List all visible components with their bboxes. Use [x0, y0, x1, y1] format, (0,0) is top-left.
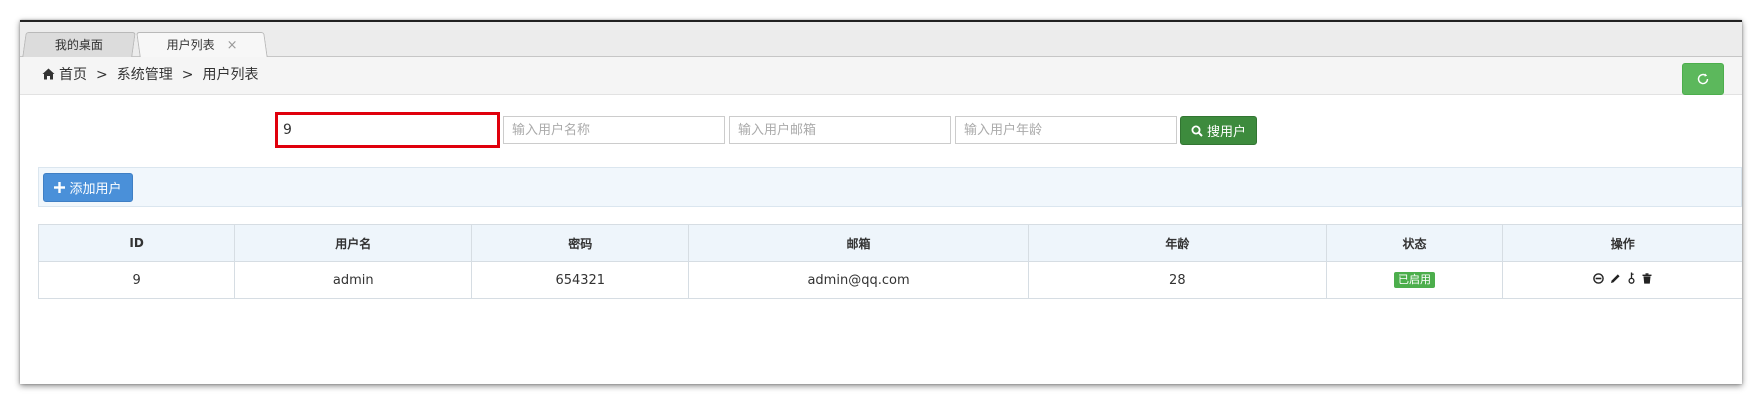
- action-toolbar: 添加用户: [38, 167, 1742, 207]
- tab-user-list[interactable]: 用户列表 ×: [136, 32, 268, 58]
- search-username-input[interactable]: [503, 116, 725, 144]
- breadcrumb-user-list: 用户列表: [202, 67, 259, 83]
- cell-username: admin: [234, 261, 473, 299]
- breadcrumb-separator: >: [181, 67, 194, 83]
- breadcrumb-home[interactable]: 首页: [59, 67, 87, 83]
- table-header-row: ID 用户名 密码 邮箱 年龄 状态 操作: [37, 224, 1742, 262]
- breadcrumb-system-management[interactable]: 系统管理: [117, 67, 173, 83]
- search-email-input[interactable]: [729, 116, 951, 144]
- column-header-status[interactable]: 状态: [1325, 224, 1504, 262]
- search-button-label: 搜用户: [1206, 125, 1246, 140]
- cell-status: 已启用: [1325, 261, 1504, 299]
- search-form: 搜用户: [20, 112, 1742, 149]
- trash-icon[interactable]: [1642, 273, 1652, 284]
- refresh-button[interactable]: [1682, 63, 1724, 95]
- plus-icon: [54, 182, 66, 193]
- cell-email: admin@qq.com: [688, 261, 1029, 299]
- app-window: 我的桌面 用户列表 × 首页 > 系统管理 > 用户列表 搜用户: [20, 20, 1742, 384]
- home-icon: [42, 58, 55, 95]
- cell-actions: [1502, 261, 1742, 299]
- add-user-label: 添加用户: [69, 182, 122, 197]
- add-user-button[interactable]: 添加用户: [43, 173, 133, 202]
- cell-id: 9: [37, 261, 236, 299]
- column-header-actions: 操作: [1502, 224, 1742, 262]
- cell-password: 654321: [471, 261, 690, 299]
- pencil-icon[interactable]: [1610, 273, 1621, 284]
- breadcrumb-bar: 首页 > 系统管理 > 用户列表: [20, 57, 1742, 95]
- search-id-input[interactable]: [275, 112, 500, 148]
- column-header-username[interactable]: 用户名: [234, 224, 473, 262]
- search-age-input[interactable]: [955, 116, 1177, 144]
- tab-label: 我的桌面: [54, 38, 103, 52]
- cell-age: 28: [1027, 261, 1327, 299]
- column-header-password[interactable]: 密码: [471, 224, 690, 262]
- search-button[interactable]: 搜用户: [1180, 116, 1257, 145]
- search-icon: [1191, 125, 1203, 137]
- refresh-icon: [1696, 72, 1710, 86]
- minus-circle-icon[interactable]: [1593, 272, 1605, 284]
- tab-bar: 我的桌面 用户列表 ×: [20, 22, 1742, 58]
- table-row: 9 admin 654321 admin@qq.com 28 已启用: [37, 261, 1742, 299]
- user-table: ID 用户名 密码 邮箱 年龄 状态 操作 9 admin 654321 adm…: [37, 224, 1742, 299]
- column-header-age[interactable]: 年龄: [1027, 224, 1327, 262]
- key-icon[interactable]: [1627, 272, 1636, 285]
- column-header-email[interactable]: 邮箱: [688, 224, 1029, 262]
- tab-label: 用户列表: [166, 38, 215, 52]
- breadcrumb: 首页 > 系统管理 > 用户列表: [42, 57, 258, 95]
- breadcrumb-separator: >: [96, 67, 108, 83]
- column-header-id[interactable]: ID: [37, 224, 236, 262]
- status-badge[interactable]: 已启用: [1394, 272, 1436, 288]
- tab-my-desktop[interactable]: 我的桌面: [22, 32, 136, 57]
- close-icon[interactable]: ×: [227, 38, 238, 53]
